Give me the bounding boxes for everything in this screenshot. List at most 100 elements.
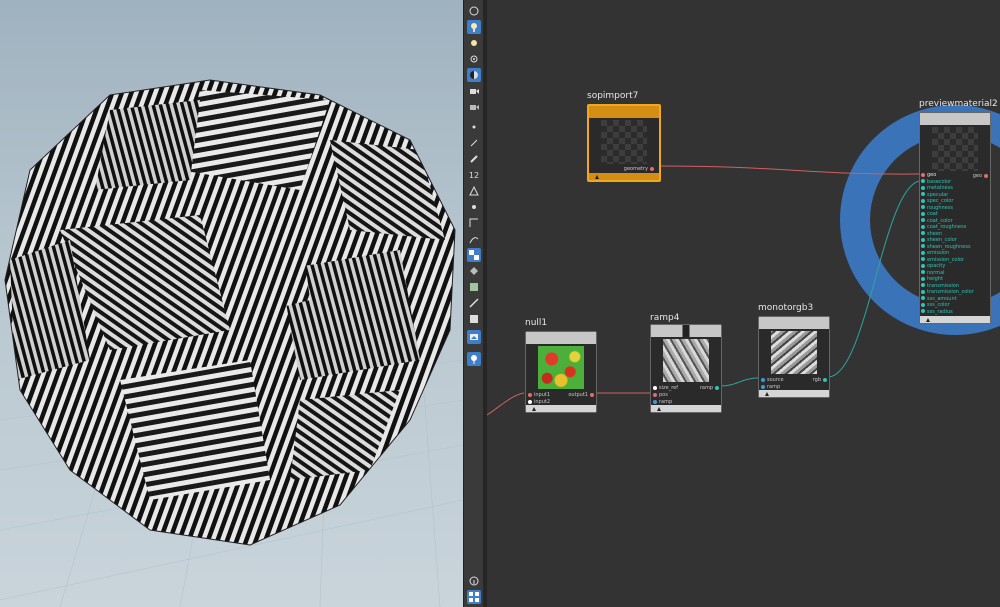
node-monotorgb-body[interactable]: source ramp rgb — [758, 316, 830, 398]
ramp-size-ref-port[interactable]: size_ref — [653, 385, 678, 391]
wire-monotorgb-to-material — [827, 180, 920, 378]
port-label: height — [927, 276, 943, 282]
light-spot-icon[interactable] — [467, 52, 481, 66]
node-null-footer — [526, 405, 596, 412]
port-label: sheen_roughness — [927, 243, 971, 250]
previewmaterial-input-port[interactable]: normal — [921, 270, 945, 276]
node-null-label: null1 — [525, 318, 548, 328]
previewmaterial-input-port[interactable]: sheen_color — [921, 237, 957, 243]
ik-icon[interactable]: 12 — [467, 168, 481, 182]
info-icon[interactable] — [467, 574, 481, 588]
previewmaterial-input-port[interactable]: basecolor — [921, 179, 951, 185]
node-previewmaterial-label: previewmaterial2 — [919, 99, 998, 109]
textured-geometry[interactable] — [0, 0, 463, 607]
previewmaterial-input-port[interactable]: transmission — [921, 283, 959, 289]
previewmaterial-input-port[interactable]: coat_color — [921, 218, 953, 224]
light-sun-icon[interactable] — [467, 36, 481, 50]
bend-icon[interactable] — [467, 216, 481, 230]
port-label: sheen — [927, 230, 943, 237]
camera-icon[interactable] — [467, 84, 481, 98]
previewmaterial-input-port[interactable]: metalness — [921, 185, 953, 191]
port-dot — [921, 198, 925, 203]
node-null-thumbnail — [538, 346, 584, 389]
light-icon[interactable] — [467, 20, 481, 34]
port-dot — [921, 192, 925, 196]
port-label: sheen_color — [927, 237, 957, 243]
wire-sop-to-material — [655, 165, 920, 175]
port-dot — [921, 263, 925, 268]
port-dot — [921, 244, 925, 248]
previewmaterial-input-port[interactable]: roughness — [921, 205, 953, 211]
previewmaterial-input-port[interactable]: coat — [921, 211, 938, 217]
port-dot — [921, 296, 925, 300]
texture-icon[interactable] — [467, 280, 481, 294]
brush-icon[interactable] — [467, 232, 481, 246]
previewmaterial-input-port[interactable]: opacity — [921, 263, 945, 269]
node-ramp-header — [651, 325, 721, 337]
port-dot — [921, 231, 925, 235]
port-dot — [921, 276, 925, 281]
cube-icon[interactable] — [467, 264, 481, 278]
port-label: coat_roughness — [927, 224, 967, 230]
port-dot — [921, 250, 925, 255]
previewmaterial-input-port[interactable]: sss_radius — [921, 309, 953, 315]
previewmaterial-input-port[interactable]: spec_color — [921, 198, 953, 204]
previewmaterial-input-port[interactable]: emission — [921, 250, 949, 256]
shading-icon[interactable] — [467, 68, 481, 82]
grid-icon[interactable] — [467, 590, 481, 604]
brush-2-icon[interactable] — [467, 296, 481, 310]
port-dot — [921, 218, 925, 222]
port-label: sss_amount — [927, 295, 957, 302]
node-monotorgb-label: monotorgb3 — [758, 303, 814, 313]
pick-icon[interactable] — [467, 136, 481, 150]
port-dot — [921, 309, 925, 313]
pin-icon[interactable] — [467, 352, 481, 366]
port-label: basecolor — [927, 178, 952, 185]
previewmaterial-input-port[interactable]: emission_color — [921, 257, 964, 263]
previewmaterial-input-port[interactable]: sss_color — [921, 302, 950, 308]
port-label: spec_color — [927, 198, 954, 204]
previewmaterial-input-port[interactable]: sss_amount — [921, 296, 957, 302]
port-label: emission — [927, 250, 950, 256]
scene-viewport[interactable] — [0, 0, 463, 607]
sopimport-output-port[interactable]: geometry — [624, 166, 654, 172]
previewmaterial-input-port[interactable]: geo — [921, 172, 936, 178]
previewmaterial-output-port[interactable]: geo — [973, 173, 988, 179]
uv-icon[interactable] — [467, 184, 481, 198]
node-previewmaterial-body[interactable]: geo geo basecolor metalness specular spec_co… — [919, 112, 991, 324]
port-dot — [921, 270, 925, 274]
port-dot — [921, 211, 925, 216]
port-label: metalness — [927, 185, 953, 191]
checker-icon[interactable] — [467, 248, 481, 262]
previewmaterial-input-port[interactable]: specular — [921, 192, 948, 198]
null-input1-port[interactable]: input1 — [528, 392, 550, 398]
bone-icon[interactable] — [467, 200, 481, 214]
node-ramp-body[interactable]: size_ref pos ramp ramp — [650, 324, 722, 413]
image-icon[interactable] — [467, 330, 481, 344]
network-editor[interactable]: sopimport7 geometry previewmaterial2 geo… — [487, 0, 1000, 607]
node-sopimport-body[interactable]: geometry — [587, 104, 661, 182]
port-label: transmission_color — [927, 289, 974, 295]
point-icon[interactable] — [467, 120, 481, 134]
previewmaterial-input-port[interactable]: height — [921, 276, 943, 282]
previewmaterial-input-port[interactable]: sheen — [921, 231, 942, 237]
port-label: geo — [927, 172, 937, 178]
ramp-pos-port[interactable]: pos — [653, 392, 668, 398]
monotorgb-output-port[interactable]: rgb — [813, 377, 827, 383]
box-icon[interactable] — [467, 312, 481, 326]
paint-icon[interactable] — [467, 152, 481, 166]
previewmaterial-input-port[interactable]: sheen_roughness — [921, 244, 971, 250]
null-output-port[interactable]: output1 — [568, 392, 594, 398]
node-sopimport-footer — [589, 173, 659, 180]
port-dot — [921, 179, 925, 183]
monotorgb-source-port[interactable]: source — [761, 377, 784, 383]
previewmaterial-input-port[interactable]: transmission_color — [921, 289, 974, 295]
node-sopimport-header — [589, 106, 659, 118]
camera-2-icon[interactable] — [467, 100, 481, 114]
node-null-body[interactable]: input1 input2 output1 — [525, 331, 597, 413]
ramp-output-port[interactable]: ramp — [700, 385, 719, 391]
node-previewmaterial-footer — [920, 316, 990, 323]
node-monotorgb-header — [759, 317, 829, 329]
previewmaterial-input-port[interactable]: coat_roughness — [921, 224, 966, 230]
display-options-icon[interactable] — [467, 4, 481, 18]
